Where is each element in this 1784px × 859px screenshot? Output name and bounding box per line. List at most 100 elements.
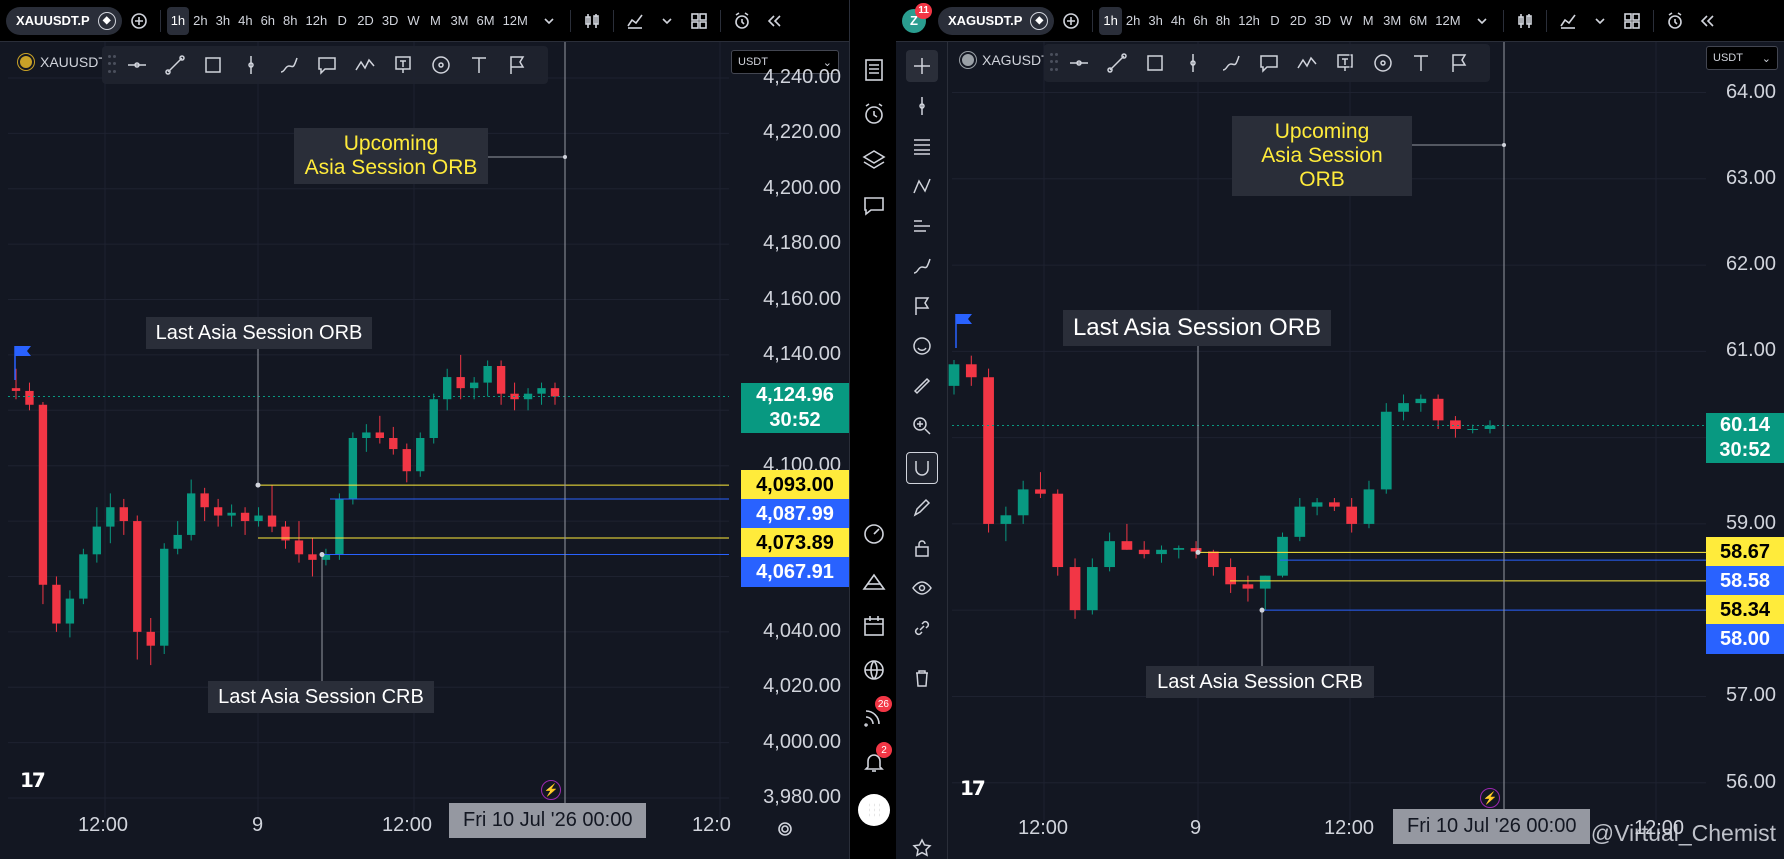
candle-body: [429, 399, 438, 438]
notifications-bell-icon[interactable]: 2: [858, 742, 892, 778]
layers-icon[interactable]: [858, 144, 890, 176]
ideas-stream-icon[interactable]: 26: [858, 696, 892, 732]
chat-icon[interactable]: [858, 190, 890, 222]
bar-countdown: 30:52: [1719, 438, 1771, 461]
tradingview-logo: 𝟭𝟳: [20, 770, 46, 792]
calendar-icon[interactable]: [858, 610, 890, 642]
candle-body: [362, 432, 371, 438]
price-axis-tick: 3,980.00: [763, 786, 841, 808]
candle-body: [186, 493, 196, 535]
annotation-line: Asia Session ORB: [304, 156, 478, 179]
gear-icon[interactable]: [770, 815, 800, 843]
price-tag-crb-low[interactable]: 4,067.91: [741, 557, 849, 588]
price-tag-crb-high[interactable]: 4,073.89: [741, 528, 849, 559]
left-upcoming-orb-label[interactable]: Upcoming Asia Session ORB: [294, 128, 488, 184]
alarm-clock-icon[interactable]: [858, 98, 890, 130]
candle-body: [1069, 567, 1081, 611]
left-xaxis-tick: 9: [252, 814, 264, 836]
candle-body: [389, 438, 398, 450]
candle-body: [1432, 398, 1444, 421]
left-chart-pane: XAUUSDT.P ◆ 1h 2h 3h 4h 6h 8h 12h D 2D 3D W M 3M 6M 12…: [0, 0, 849, 859]
right-last-orb-label[interactable]: Last Asia Session ORB: [1063, 310, 1331, 346]
right-last-crb-label[interactable]: Last Asia Session CRB: [1146, 666, 1374, 698]
candle-body: [469, 382, 479, 389]
price-tag-crb-high[interactable]: 58.34: [1706, 595, 1784, 626]
annotation-anchor: [1195, 549, 1201, 555]
price-tag-crb-low[interactable]: 58.00: [1706, 624, 1784, 655]
candle-body: [65, 598, 75, 624]
left-xaxis-tick: 12:00: [78, 814, 129, 836]
candle-body: [443, 377, 452, 400]
candle-body: [402, 449, 411, 472]
candle-body: [11, 388, 21, 391]
price-tag-orb-low[interactable]: 4,087.99: [741, 499, 849, 530]
right-xaxis-tick: 9: [1190, 817, 1202, 839]
last-price-tag[interactable]: 4,124.96 30:52: [741, 383, 849, 434]
candle-body: [294, 540, 304, 555]
price-tag-orb-high[interactable]: 58.67: [1706, 537, 1784, 568]
right-crosshair-time-label: Fri 10 Jul '26 00:00: [1393, 809, 1591, 844]
annotation-anchor: [319, 552, 325, 558]
candle-body: [25, 390, 34, 405]
price-axis-tick: 4,140.00: [763, 342, 841, 365]
right-widget-sidebar: 26 2: [849, 0, 896, 859]
candle-body: [375, 432, 385, 438]
price-axis-tick: 4,200.00: [763, 176, 841, 199]
candle-body: [1277, 536, 1288, 576]
candle-body: [1017, 489, 1029, 516]
right-upcoming-orb-label[interactable]: Upcoming Asia Session ORB: [1232, 116, 1412, 196]
candle-body: [1000, 515, 1012, 524]
candle-body: [1086, 567, 1098, 611]
price-tag-orb-low[interactable]: 58.58: [1706, 566, 1784, 597]
last-price-tag[interactable]: 60.14 30:52: [1706, 412, 1784, 463]
candle-body: [1173, 548, 1185, 550]
candle-body: [227, 512, 236, 516]
lightning-icon[interactable]: ⚡: [541, 780, 561, 800]
candle-body: [983, 377, 994, 524]
tradingview-logo: 𝟭𝟳: [960, 778, 986, 800]
candle-body: [308, 554, 317, 560]
candle-body: [1104, 541, 1115, 568]
annotation-line: Upcoming: [343, 132, 439, 155]
right-chart-pane: Z 11 XAGUSDT.P ◆ 1h 2h 3h 4h 6h 8h 12h D 2D 3D W M 3…: [896, 0, 1784, 859]
candle-body: [965, 364, 977, 378]
price-axis-tick: 4,180.00: [763, 232, 841, 255]
lightning-icon[interactable]: ⚡: [1480, 788, 1500, 808]
candle-body: [1398, 403, 1409, 412]
watchlist-icon[interactable]: [858, 54, 890, 86]
price-axis-tick: 57.00: [1725, 684, 1776, 707]
mountain-icon[interactable]: [858, 566, 890, 598]
price-axis-tick: 4,160.00: [763, 287, 841, 310]
left-last-crb-label[interactable]: Last Asia Session CRB: [208, 681, 434, 713]
price-axis-tick: 4,000.00: [763, 730, 841, 753]
candle-body: [92, 526, 102, 555]
right-price-axis[interactable]: 64.00 63.00 62.00 61.00 59.00 57.00 56.00 58.67…: [1696, 0, 1784, 800]
price-tag-orb-high[interactable]: 4,093.00: [741, 470, 849, 501]
candle-body: [160, 548, 169, 646]
globe-icon[interactable]: [858, 654, 890, 686]
apps-grid-icon[interactable]: [858, 794, 890, 826]
left-xaxis-tick: 12:00: [382, 814, 433, 836]
candle-body: [146, 631, 155, 646]
speedometer-icon[interactable]: [858, 518, 890, 550]
ideas-badge: 26: [874, 696, 892, 712]
candle-body: [173, 534, 182, 549]
candle-body: [1380, 411, 1392, 490]
candle-body: [213, 507, 223, 516]
candle-body: [200, 493, 209, 508]
price-axis-tick: 4,220.00: [763, 121, 841, 144]
price-axis-tick: 4,040.00: [763, 619, 841, 642]
price-axis-tick: 4,020.00: [763, 675, 841, 698]
candle-body: [1121, 541, 1133, 550]
candle-body: [106, 507, 115, 527]
candle-body: [1294, 506, 1306, 537]
left-xaxis-tick: 12:0: [692, 814, 731, 836]
price-axis-tick: 4,240.00: [763, 66, 841, 88]
left-price-axis[interactable]: 4,240.00 4,220.00 4,200.00 4,180.00 4,160.00…: [720, 0, 849, 808]
price-axis-tick: 62.00: [1725, 253, 1776, 276]
candle-body: [496, 366, 506, 394]
price-axis-tick: 56.00: [1725, 770, 1776, 793]
candle-body: [1311, 502, 1323, 507]
left-last-orb-label[interactable]: Last Asia Session ORB: [146, 317, 372, 349]
candle-body: [948, 364, 960, 386]
